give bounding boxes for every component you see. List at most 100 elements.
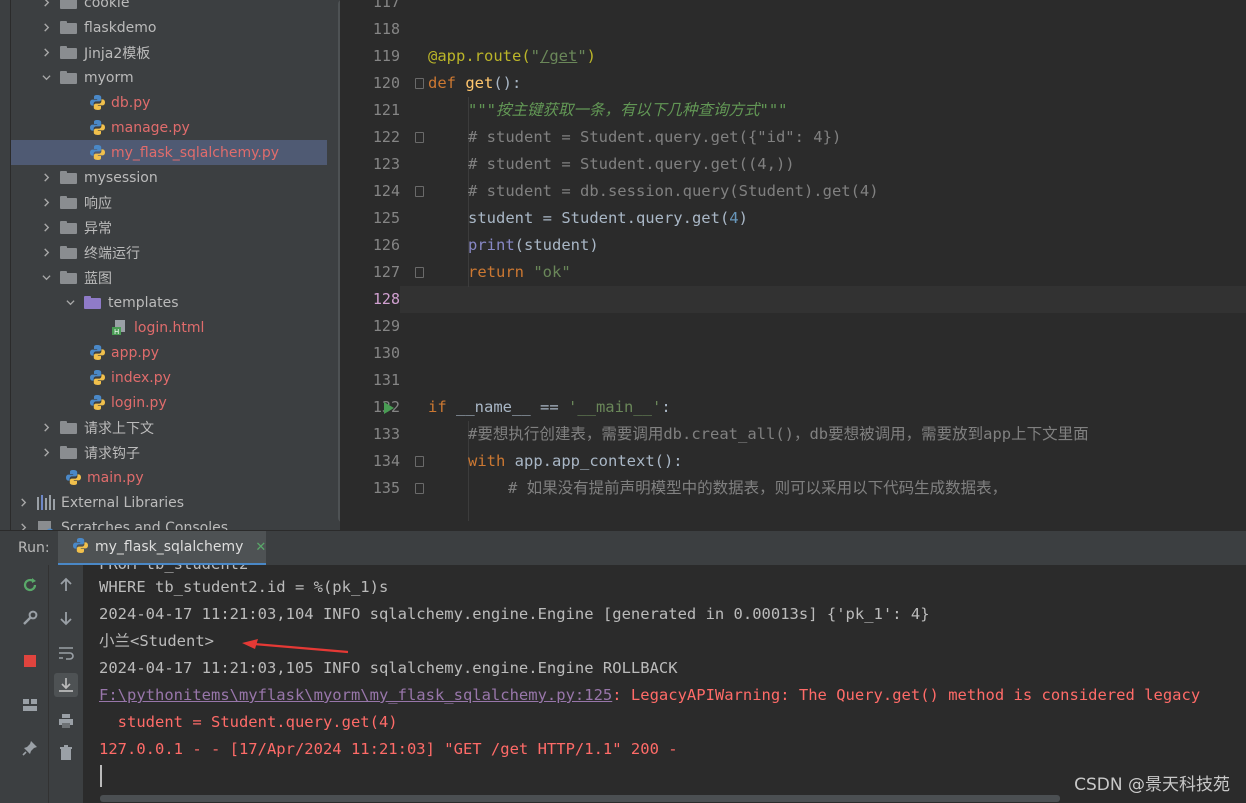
folder-icon [60,421,77,434]
stop-icon[interactable] [20,651,40,671]
tree-item-label: 异常 [84,220,112,237]
library-icon [37,495,55,510]
chevron-right-icon[interactable] [40,47,52,59]
chevron-down-icon[interactable] [40,272,52,284]
chevron-right-icon[interactable] [40,247,52,259]
tree-item-label: mysession [84,169,158,186]
chevron-right-icon[interactable] [40,422,52,434]
source-file-link[interactable]: F:\pythonitems\myflask\myorm\my_flask_sq… [99,686,612,704]
arrow-up-icon[interactable] [56,575,76,595]
fold-marker[interactable] [415,456,424,467]
layout-icon[interactable] [20,695,40,715]
tree-item[interactable]: templates [11,290,327,315]
fold-marker[interactable] [415,483,424,494]
tree-item[interactable]: my_flask_sqlalchemy.py [11,140,327,165]
tree-item-label: login.html [134,319,205,336]
chevron-right-icon[interactable] [40,22,52,34]
code-line-122: # student = Student.query.get({"id": 4}) [468,128,842,146]
tree-item[interactable]: index.py [11,365,327,390]
annotation-arrow-icon [242,639,349,654]
soft-wrap-icon[interactable] [56,643,76,663]
tree-item[interactable]: db.py [11,90,327,115]
tree-item[interactable]: manage.py [11,115,327,140]
console-warning-line: F:\pythonitems\myflask\myorm\my_flask_sq… [99,686,1201,704]
python-file-icon [89,144,106,161]
tree-item[interactable]: 响应 [11,190,327,215]
fold-marker[interactable] [415,267,424,278]
chevron-right-icon[interactable] [17,497,29,509]
tree-item[interactable]: myorm [11,65,327,90]
tree-item-label: Scratches and Consoles [61,519,228,531]
tree-item-label: External Libraries [61,494,184,511]
tree-item[interactable]: Scratches and Consoles [11,515,327,530]
tree-item[interactable]: Hlogin.html [11,315,327,340]
tree-item[interactable]: Jinja2模板 [11,40,327,65]
line-number: 134 [372,452,400,470]
code-line-120: def get(): [428,74,522,92]
pin-icon[interactable] [20,738,40,758]
run-gutter-icon[interactable] [384,402,394,414]
run-toolbar-primary [11,565,49,803]
chevron-right-icon[interactable] [40,447,52,459]
tree-item[interactable]: login.py [11,390,327,415]
tree-item[interactable]: External Libraries [11,490,327,515]
folder-icon [84,296,101,309]
tree-item-label: 响应 [84,195,112,212]
tree-item[interactable]: 请求上下文 [11,415,327,440]
tree-item-label: 请求钩子 [84,445,140,462]
scroll-to-end-icon[interactable] [54,673,78,697]
folder-icon [60,246,77,259]
folder-icon [60,0,77,9]
console-line: 2024-04-17 11:21:03,105 INFO sqlalchemy.… [99,659,678,677]
close-icon[interactable]: ✕ [255,540,266,555]
line-number: 131 [372,371,400,389]
tree-item[interactable]: 请求钩子 [11,440,327,465]
arrow-down-icon[interactable] [56,608,76,628]
chevron-down-icon[interactable] [64,297,76,309]
chevron-right-icon[interactable] [40,197,52,209]
tree-item[interactable]: main.py [11,465,327,490]
console-output[interactable]: FROM tb_student2 WHERE tb_student2.id = … [84,565,1246,803]
python-file-icon [65,469,82,486]
line-number: 121 [372,101,400,119]
code-line-133: #要想执行创建表，需要调用db.creat_all()，db要想被调用，需要放到… [468,425,1089,443]
tree-item[interactable]: cookie [11,0,327,15]
tree-item-label: index.py [111,369,171,386]
trash-icon[interactable] [56,743,76,763]
tree-item-label: Jinja2模板 [84,45,151,62]
horizontal-scrollbar[interactable] [100,795,1060,802]
code-line-127: return "ok" [468,263,571,281]
folder-icon [60,271,77,284]
tree-item[interactable]: 蓝图 [11,265,327,290]
tree-item[interactable]: 终端运行 [11,240,327,265]
code-line-134: with app.app_context(): [468,452,683,470]
console-line: 127.0.0.1 - - [17/Apr/2024 11:21:03] "GE… [99,740,678,758]
chevron-right-icon[interactable] [40,222,52,234]
python-file-icon [89,394,106,411]
tree-item[interactable]: mysession [11,165,327,190]
tree-item[interactable]: flaskdemo [11,15,327,40]
run-label: Run: [18,540,50,556]
fold-marker[interactable] [415,132,424,143]
chevron-down-icon[interactable] [40,72,52,84]
print-icon[interactable] [56,711,76,731]
chevron-right-icon[interactable] [40,0,52,9]
chevron-right-icon[interactable] [40,172,52,184]
code-line-124: # student = db.session.query(Student).ge… [468,182,879,200]
run-tab[interactable]: my_flask_sqlalchemy ✕ [58,531,266,566]
scratches-icon [37,520,55,530]
chevron-right-icon[interactable] [17,522,29,530]
wrench-icon[interactable] [20,608,40,628]
fold-marker[interactable] [415,186,424,197]
folder-icon [60,46,77,59]
line-number: 130 [372,344,400,362]
line-number: 119 [372,47,400,65]
tree-item[interactable]: 异常 [11,215,327,240]
rerun-icon[interactable] [20,575,40,595]
current-line-highlight [400,286,1246,313]
code-editor[interactable]: 117 118 119 120 121 122 123 124 125 126 127 128 129 1… [340,0,1246,530]
tree-item[interactable]: app.py [11,340,327,365]
tree-item-label: my_flask_sqlalchemy.py [111,144,279,161]
fold-marker[interactable] [415,78,424,89]
folder-icon [60,221,77,234]
